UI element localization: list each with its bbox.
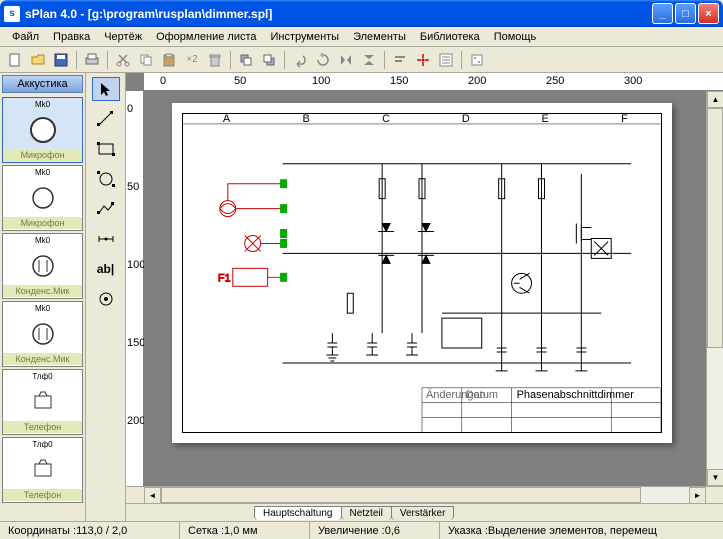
microphone-icon (27, 182, 59, 214)
schematic-drawing: A B C D E F (183, 114, 661, 433)
open-button[interactable] (27, 49, 49, 71)
svg-text:F: F (621, 114, 628, 125)
menu-page-layout[interactable]: Оформление листа (150, 29, 262, 45)
svg-text:E: E (541, 114, 548, 125)
app-icon: s (4, 6, 20, 22)
scroll-right-button[interactable]: ► (689, 487, 706, 504)
svg-text:D: D (462, 114, 470, 125)
status-hint: Указка : Выделение элементов, перемещ (440, 522, 723, 539)
send-back-button[interactable] (258, 49, 280, 71)
sheet-tab[interactable]: Verstärker (391, 506, 455, 520)
scroll-up-button[interactable]: ▲ (707, 91, 723, 108)
snap-button[interactable] (412, 49, 434, 71)
sheet-tab[interactable]: Netzteil (341, 506, 392, 520)
line-tool[interactable] (92, 107, 120, 131)
condenser-mic-icon (27, 250, 59, 282)
flip-v-button[interactable] (358, 49, 380, 71)
palette-item[interactable]: Mk0 Конденс.Мик (2, 301, 83, 367)
palette-items: Mk0 Микрофон Mk0 Микрофон Mk0 Конденс.Ми… (0, 95, 85, 521)
palette-item[interactable]: Mk0 Микрофон (2, 165, 83, 231)
duplicate-button[interactable]: ×2 (181, 49, 203, 71)
palette-item[interactable]: Mk0 Конденс.Мик (2, 233, 83, 299)
drawing-sheet: A B C D E F (172, 103, 672, 443)
menu-library[interactable]: Библиотека (414, 29, 486, 45)
svg-text:F1: F1 (218, 272, 231, 284)
undo-button[interactable] (289, 49, 311, 71)
menu-bar: Файл Правка Чертёж Оформление листа Инст… (0, 27, 723, 47)
drawing-canvas[interactable]: A B C D E F (144, 91, 706, 486)
scroll-thumb[interactable] (707, 108, 723, 348)
new-button[interactable] (4, 49, 26, 71)
align-button[interactable] (389, 49, 411, 71)
telephone-icon (27, 386, 59, 418)
text-tool[interactable]: ab| (92, 257, 120, 281)
copy-button[interactable] (135, 49, 157, 71)
pointer-tool[interactable] (92, 77, 120, 101)
maximize-button[interactable]: □ (675, 3, 696, 24)
paste-button[interactable] (158, 49, 180, 71)
sheet-tabs: Hauptschaltung Netzteil Verstärker (126, 503, 723, 521)
status-zoom: Увеличение : 0,6 (310, 522, 440, 539)
component-list-button[interactable] (435, 49, 457, 71)
minimize-button[interactable]: _ (652, 3, 673, 24)
window-title: sPlan 4.0 - [g:\program\rusplan\dimmer.s… (25, 7, 652, 21)
drawing-toolstrip: ab| (86, 73, 126, 521)
telephone-icon (27, 454, 59, 486)
status-bar: Координаты : 113,0 / 2,0 Сетка : 1,0 мм … (0, 521, 723, 539)
menu-tools[interactable]: Инструменты (265, 29, 346, 45)
dimension-tool[interactable] (92, 227, 120, 251)
toolbar: ×2 (0, 47, 723, 73)
titleblock-title: Phasenabschnittdimmer (517, 389, 635, 401)
scroll-left-button[interactable]: ◄ (144, 487, 161, 504)
palette-item[interactable]: Mk0 Микрофон (2, 97, 83, 163)
options-button[interactable] (466, 49, 488, 71)
horizontal-ruler: 0 50 100 150 200 250 300 (144, 73, 723, 91)
component-palette: Аккустика Mk0 Микрофон Mk0 Микрофон Mk0 … (0, 73, 86, 521)
sheet-tab[interactable]: Hauptschaltung (254, 506, 342, 520)
status-coords: Координаты : 113,0 / 2,0 (0, 522, 180, 539)
palette-item[interactable]: Тлф0 Телефон (2, 369, 83, 435)
close-button[interactable]: × (698, 3, 719, 24)
svg-text:C: C (382, 114, 390, 125)
rect-tool[interactable] (92, 137, 120, 161)
svg-text:B: B (302, 114, 309, 125)
palette-item[interactable]: Тлф0 Телефон (2, 437, 83, 503)
drawing-frame: A B C D E F (182, 113, 662, 433)
status-grid: Сетка : 1,0 мм (180, 522, 310, 539)
title-bar: s sPlan 4.0 - [g:\program\rusplan\dimmer… (0, 0, 723, 27)
condenser-mic-icon (27, 318, 59, 350)
canvas-area: 0 50 100 150 200 250 300 0 50 100 150 20… (126, 73, 723, 521)
special-tool[interactable] (92, 287, 120, 311)
flip-h-button[interactable] (335, 49, 357, 71)
cut-button[interactable] (112, 49, 134, 71)
circle-tool[interactable] (92, 167, 120, 191)
palette-category[interactable]: Аккустика (2, 75, 83, 93)
bring-front-button[interactable] (235, 49, 257, 71)
svg-text:Datum: Datum (466, 389, 498, 401)
menu-help[interactable]: Помощь (488, 29, 543, 45)
menu-edit[interactable]: Правка (47, 29, 96, 45)
vertical-scrollbar[interactable]: ▲ ▼ (706, 91, 723, 486)
main-area: Аккустика Mk0 Микрофон Mk0 Микрофон Mk0 … (0, 73, 723, 521)
delete-button[interactable] (204, 49, 226, 71)
scroll-thumb[interactable] (161, 487, 641, 503)
menu-elements[interactable]: Элементы (347, 29, 412, 45)
scroll-down-button[interactable]: ▼ (707, 469, 723, 486)
microphone-icon (27, 114, 59, 146)
polyline-tool[interactable] (92, 197, 120, 221)
rotate-button[interactable] (312, 49, 334, 71)
menu-file[interactable]: Файл (6, 29, 45, 45)
save-button[interactable] (50, 49, 72, 71)
menu-drawing[interactable]: Чертёж (98, 29, 148, 45)
print-button[interactable] (81, 49, 103, 71)
col-label: A (223, 114, 231, 125)
vertical-ruler: 0 50 100 150 200 (126, 91, 144, 486)
